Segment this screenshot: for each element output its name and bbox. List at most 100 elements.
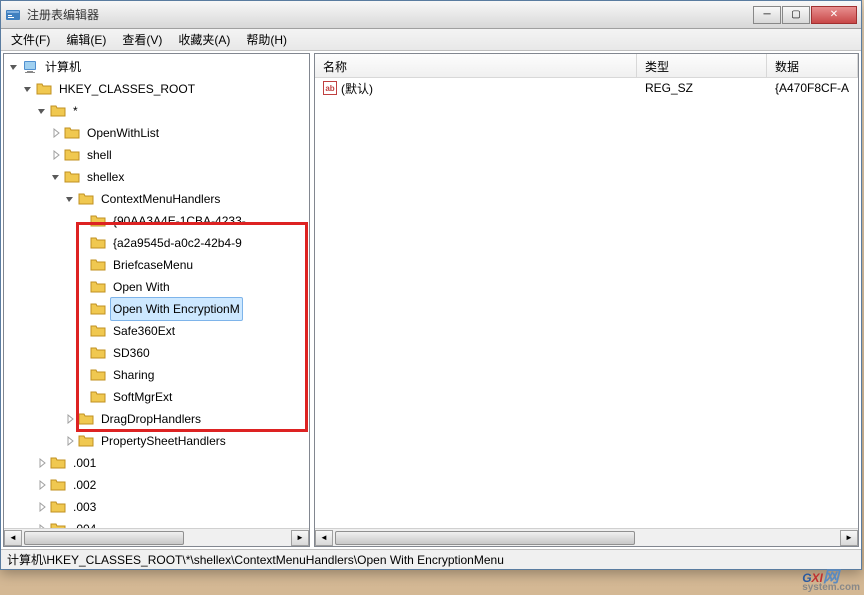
expander-icon[interactable] [50,127,62,139]
value-data: {A470F8CF-A [767,79,858,97]
tree-label: BriefcaseMenu [110,253,196,277]
expander-icon[interactable] [64,193,76,205]
tree-label: SD360 [110,341,153,365]
scroll-left-button[interactable]: ◄ [315,530,333,546]
folder-icon [90,235,106,251]
close-button[interactable]: ✕ [811,6,857,24]
scroll-left-button[interactable]: ◄ [4,530,22,546]
folder-icon [64,125,80,141]
menu-file[interactable]: 文件(F) [3,29,58,50]
tree-hscrollbar[interactable]: ◄ ► [4,528,309,546]
tree-node-cmh-item[interactable]: {a2a9545d-a0c2-42b4-9 [4,232,309,254]
tree-label: .002 [70,473,99,497]
content-area: 计算机 HKEY_CLASSES_ROOT * OpenWithList [1,51,861,549]
tree-node-ext[interactable]: .001 [4,452,309,474]
value-name: (默认) [341,80,373,97]
tree-node-cmh-item[interactable]: SoftMgrExt [4,386,309,408]
tree-label: SoftMgrExt [110,385,175,409]
folder-icon [90,389,106,405]
expander-icon[interactable] [36,457,48,469]
expander-icon[interactable] [22,83,34,95]
tree-node-cmh-item[interactable]: Open With [4,276,309,298]
registry-tree[interactable]: 计算机 HKEY_CLASSES_ROOT * OpenWithList [4,54,309,528]
menu-favorites[interactable]: 收藏夹(A) [170,29,238,50]
expander-icon[interactable] [8,61,20,73]
tree-label: shellex [84,165,127,189]
tree-label: DragDropHandlers [98,407,204,431]
expander-icon[interactable] [50,149,62,161]
col-data[interactable]: 数据 [767,54,858,77]
folder-icon [78,433,94,449]
tree-node-cmh-item[interactable]: SD360 [4,342,309,364]
folder-icon [50,499,66,515]
tree-node-ext[interactable]: .003 [4,496,309,518]
tree-node-star[interactable]: * [4,100,309,122]
maximize-button[interactable]: ▢ [782,6,810,24]
tree-node-dragdrop[interactable]: DragDropHandlers [4,408,309,430]
folder-icon [50,477,66,493]
folder-icon [50,455,66,471]
folder-icon [64,169,80,185]
tree-node-cmh-item[interactable]: Sharing [4,364,309,386]
scroll-right-button[interactable]: ► [840,530,858,546]
value-type: REG_SZ [637,79,767,97]
tree-node-computer[interactable]: 计算机 [4,56,309,78]
tree-node-psh[interactable]: PropertySheetHandlers [4,430,309,452]
minimize-button[interactable]: ─ [753,6,781,24]
tree-label: HKEY_CLASSES_ROOT [56,77,198,101]
expander-icon[interactable] [64,435,76,447]
status-path: 计算机\HKEY_CLASSES_ROOT\*\shellex\ContextM… [7,551,504,568]
titlebar[interactable]: 注册表编辑器 ─ ▢ ✕ [1,1,861,29]
list-row[interactable]: ab (默认) REG_SZ {A470F8CF-A [315,78,858,98]
folder-icon [90,301,106,317]
expander-icon[interactable] [36,501,48,513]
tree-label: {90AA3A4E-1CBA-4233- [110,209,249,233]
tree-node-cmh[interactable]: ContextMenuHandlers [4,188,309,210]
tree-label: * [70,99,81,123]
tree-node-cmh-item[interactable]: {90AA3A4E-1CBA-4233- [4,210,309,232]
expander-icon[interactable] [36,523,48,528]
tree-node-hkcr[interactable]: HKEY_CLASSES_ROOT [4,78,309,100]
folder-icon [50,521,66,528]
menu-view[interactable]: 查看(V) [114,29,170,50]
tree-label: PropertySheetHandlers [98,429,229,453]
tree-label: Open With EncryptionM [110,297,243,321]
tree-node-shellex[interactable]: shellex [4,166,309,188]
expander-icon[interactable] [50,171,62,183]
tree-label: Sharing [110,363,157,387]
tree-node-shell[interactable]: shell [4,144,309,166]
scroll-right-button[interactable]: ► [291,530,309,546]
menu-edit[interactable]: 编辑(E) [58,29,114,50]
tree-label: OpenWithList [84,121,162,145]
tree-node-ext[interactable]: .002 [4,474,309,496]
tree-label: .004 [70,517,99,528]
tree-node-cmh-item[interactable]: BriefcaseMenu [4,254,309,276]
tree-label: ContextMenuHandlers [98,187,223,211]
folder-icon [64,147,80,163]
expander-icon[interactable] [36,105,48,117]
tree-node-cmh-item[interactable]: Open With EncryptionM [4,298,309,320]
tree-node-ext[interactable]: .004 [4,518,309,528]
menu-help[interactable]: 帮助(H) [238,29,295,50]
folder-icon [90,279,106,295]
watermark: GXI网 system.com [802,562,860,593]
tree-panel: 计算机 HKEY_CLASSES_ROOT * OpenWithList [3,53,310,547]
folder-icon [78,191,94,207]
expander-icon[interactable] [64,413,76,425]
tree-node-cmh-item[interactable]: Safe360Ext [4,320,309,342]
tree-label: .001 [70,451,99,475]
statusbar: 计算机\HKEY_CLASSES_ROOT\*\shellex\ContextM… [1,549,861,569]
tree-label: .003 [70,495,99,519]
expander-icon[interactable] [36,479,48,491]
list-body[interactable]: ab (默认) REG_SZ {A470F8CF-A [315,78,858,528]
folder-icon [50,103,66,119]
window-title: 注册表编辑器 [27,6,753,23]
col-name[interactable]: 名称 [315,54,637,77]
folder-icon [90,345,106,361]
string-value-icon: ab [323,81,337,95]
app-icon [5,7,21,23]
tree-node-openwithlist[interactable]: OpenWithList [4,122,309,144]
col-type[interactable]: 类型 [637,54,767,77]
registry-editor-window: 注册表编辑器 ─ ▢ ✕ 文件(F) 编辑(E) 查看(V) 收藏夹(A) 帮助… [0,0,862,570]
list-hscrollbar[interactable]: ◄ ► [315,528,858,546]
